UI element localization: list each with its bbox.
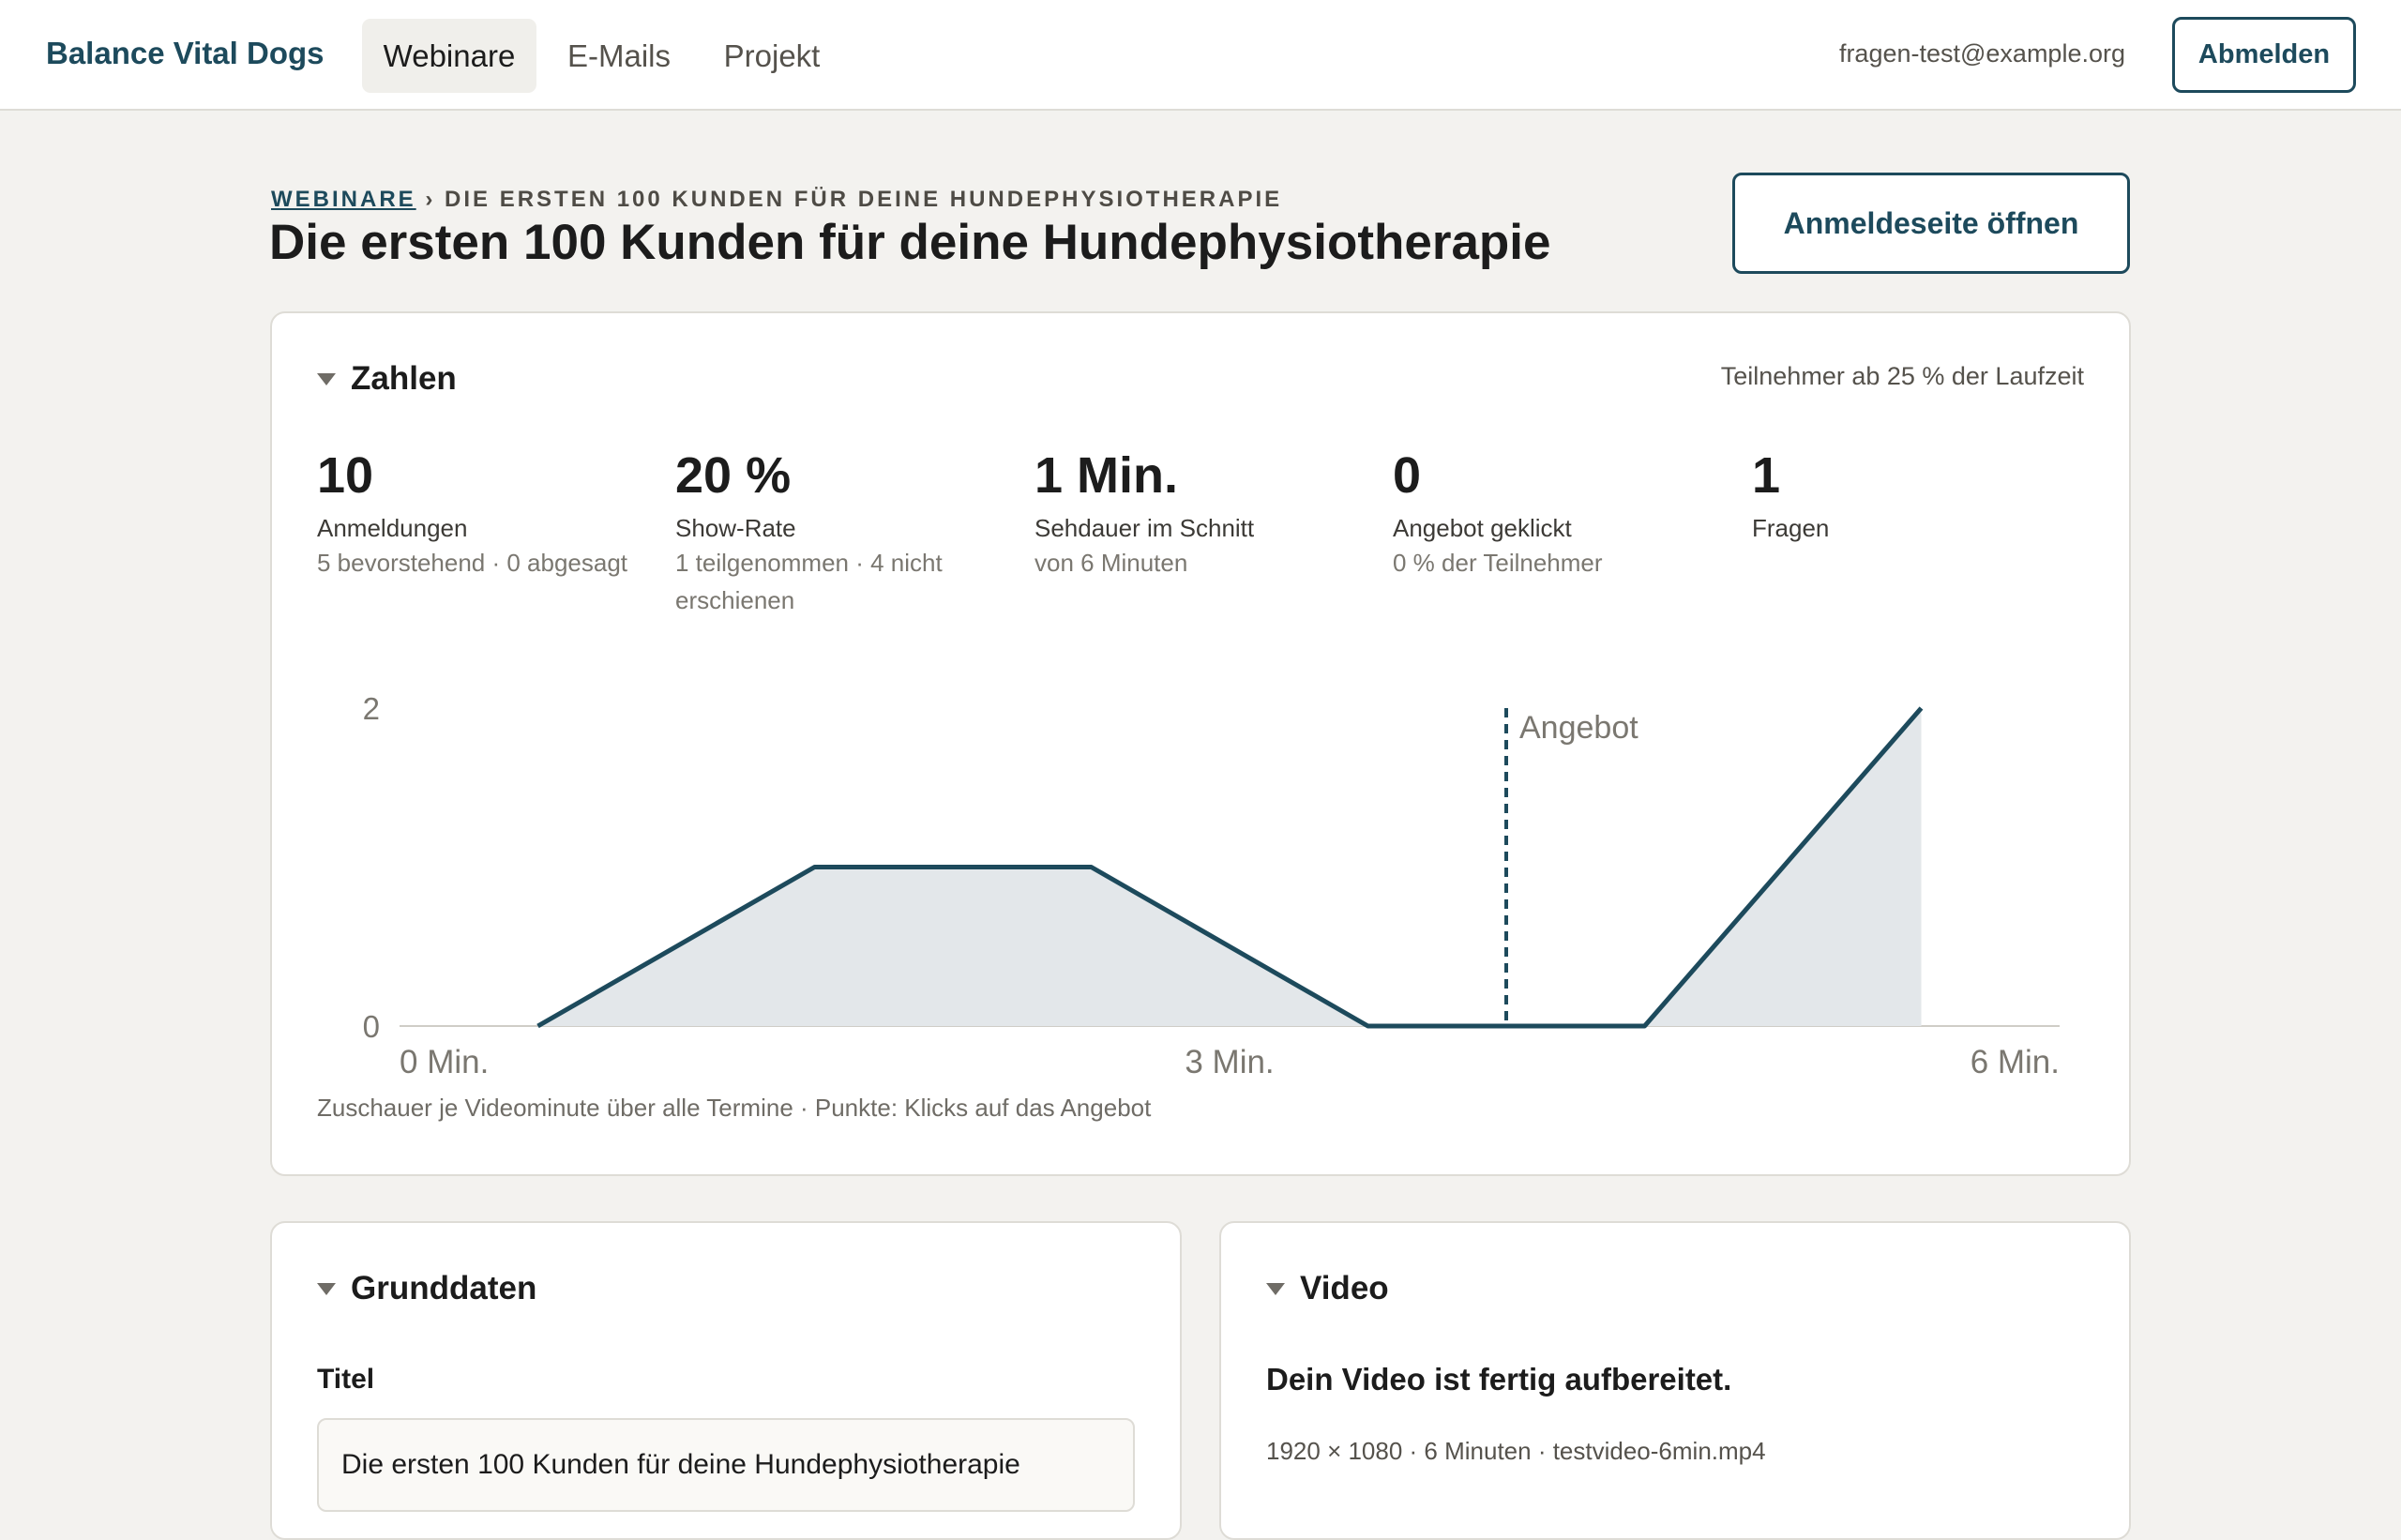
stat-value: 10: [317, 447, 374, 504]
stat-value: 1: [1752, 447, 1781, 504]
user-email: fragen-test@example.org: [1838, 39, 2125, 68]
stats-note: Teilnehmer ab 25 % der Laufzeit: [1720, 362, 2084, 390]
stats-card-title: Zahlen: [351, 360, 457, 397]
breadcrumb-link-webinare[interactable]: WEBINARE: [271, 187, 416, 212]
video-meta: 1920 × 1080 · 6 Minuten · testvideo-6min…: [1266, 1437, 1766, 1465]
stat-sub: 1 teilgenommen · 4 nicht erschienen: [675, 549, 943, 614]
title-input[interactable]: Die ersten 100 Kunden für deine Hundephy…: [317, 1418, 1135, 1512]
tab-webinare[interactable]: Webinare: [362, 19, 536, 93]
title-field-label: Titel: [317, 1364, 375, 1395]
stat-registrations: 10 Anmeldungen 5 bevorstehend · 0 abgesa…: [317, 446, 664, 581]
stat-offer-clicked: 0 Angebot geklickt 0 % der Teilnehmer: [1393, 446, 1740, 581]
caret-down-icon: [1266, 1282, 1285, 1295]
stat-value: 0: [1393, 447, 1422, 504]
breadcrumb-separator: ›: [425, 187, 436, 212]
stat-label: Sehdauer im Schnitt: [1034, 514, 1255, 542]
stat-watch-time: 1 Min. Sehdauer im Schnitt von 6 Minuten: [1034, 446, 1382, 581]
chart-caption: Zuschauer je Videominute über alle Termi…: [317, 1094, 1152, 1122]
stats-card-toggle[interactable]: Zahlen: [317, 360, 457, 398]
caret-down-icon: [317, 1282, 336, 1295]
basics-card-toggle[interactable]: Grunddaten: [317, 1270, 536, 1307]
stat-sub: 5 bevorstehend · 0 abgesagt: [317, 549, 628, 577]
stat-label: Fragen: [1752, 514, 1830, 542]
stats-card: Zahlen Teilnehmer ab 25 % der Laufzeit: [270, 311, 2131, 1176]
basics-card: Grunddaten Titel Die ersten 100 Kunden f…: [270, 1221, 1182, 1540]
stat-value: 20 %: [675, 447, 792, 504]
stat-label: Angebot geklickt: [1393, 514, 1572, 542]
stat-sub: 0 % der Teilnehmer: [1393, 549, 1603, 577]
page-title: Die ersten 100 Kunden für deine Hundephy…: [269, 215, 1551, 270]
video-status: Dein Video ist fertig aufbereitet.: [1266, 1362, 1732, 1397]
video-card: Video Dein Video ist fertig aufbereitet.…: [1219, 1221, 2131, 1540]
caret-down-icon: [317, 372, 336, 385]
top-navigation-bar: Balance Vital Dogs Webinare E-Mails Proj…: [0, 0, 2401, 111]
tab-emails[interactable]: E-Mails: [553, 19, 685, 93]
stat-sub: von 6 Minuten: [1034, 549, 1188, 577]
tab-projekt[interactable]: Projekt: [705, 19, 838, 93]
open-signup-page-button[interactable]: Anmeldeseite öffnen: [1732, 173, 2130, 274]
stat-questions: 1 Fragen: [1752, 446, 2099, 544]
stat-label: Show-Rate: [675, 514, 796, 542]
stat-label: Anmeldungen: [317, 514, 468, 542]
breadcrumb: WEBINARE › DIE ERSTEN 100 KUNDEN FÜR DEI…: [271, 187, 1282, 213]
video-card-toggle[interactable]: Video: [1266, 1270, 1389, 1307]
logout-button[interactable]: Abmelden: [2172, 17, 2356, 93]
stat-show-rate: 20 % Show-Rate 1 teilgenommen · 4 nicht …: [675, 446, 985, 619]
video-card-title: Video: [1300, 1270, 1389, 1306]
brand-name[interactable]: Balance Vital Dogs: [46, 36, 325, 71]
stat-value: 1 Min.: [1034, 447, 1179, 504]
breadcrumb-current: DIE ERSTEN 100 KUNDEN FÜR DEINE HUNDEPHY…: [445, 187, 1283, 212]
basics-card-title: Grunddaten: [351, 1270, 537, 1306]
